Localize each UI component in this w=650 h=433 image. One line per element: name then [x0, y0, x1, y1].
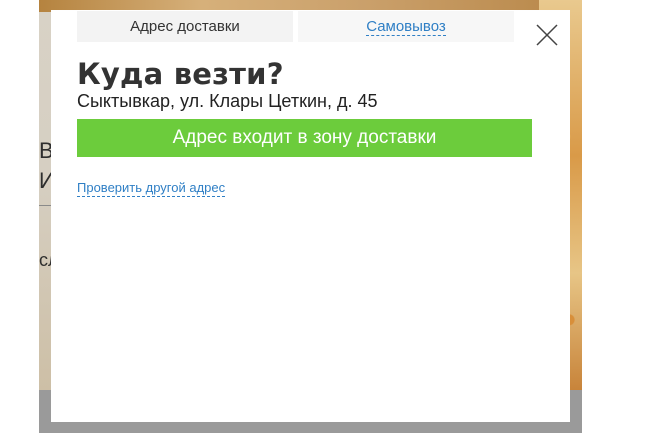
tab-pickup[interactable]: Самовывоз [298, 11, 514, 42]
delivery-tabs: Адрес доставки Самовывоз [77, 11, 514, 42]
delivery-zone-status-label: Адрес входит в зону доставки [172, 127, 437, 148]
modal-heading: Куда везти? [77, 57, 284, 91]
background-divider [39, 205, 51, 206]
close-icon [536, 24, 558, 46]
check-another-address-link[interactable]: Проверить другой адрес [77, 180, 226, 197]
delivery-modal: Адрес доставки Самовывоз Куда везти? Сык… [51, 10, 570, 422]
tab-delivery-address-label: Адрес доставки [130, 18, 240, 35]
tab-pickup-label: Самовывоз [366, 17, 446, 36]
close-button[interactable] [534, 22, 560, 48]
tab-delivery-address[interactable]: Адрес доставки [77, 11, 293, 42]
screen: В И сл Адрес доставки Самовывоз Куда вез… [0, 0, 650, 433]
delivery-address-text: Сыктывкар, ул. Клары Цеткин, д. 45 [77, 91, 378, 111]
delivery-zone-status: Адрес входит в зону доставки [77, 119, 532, 157]
